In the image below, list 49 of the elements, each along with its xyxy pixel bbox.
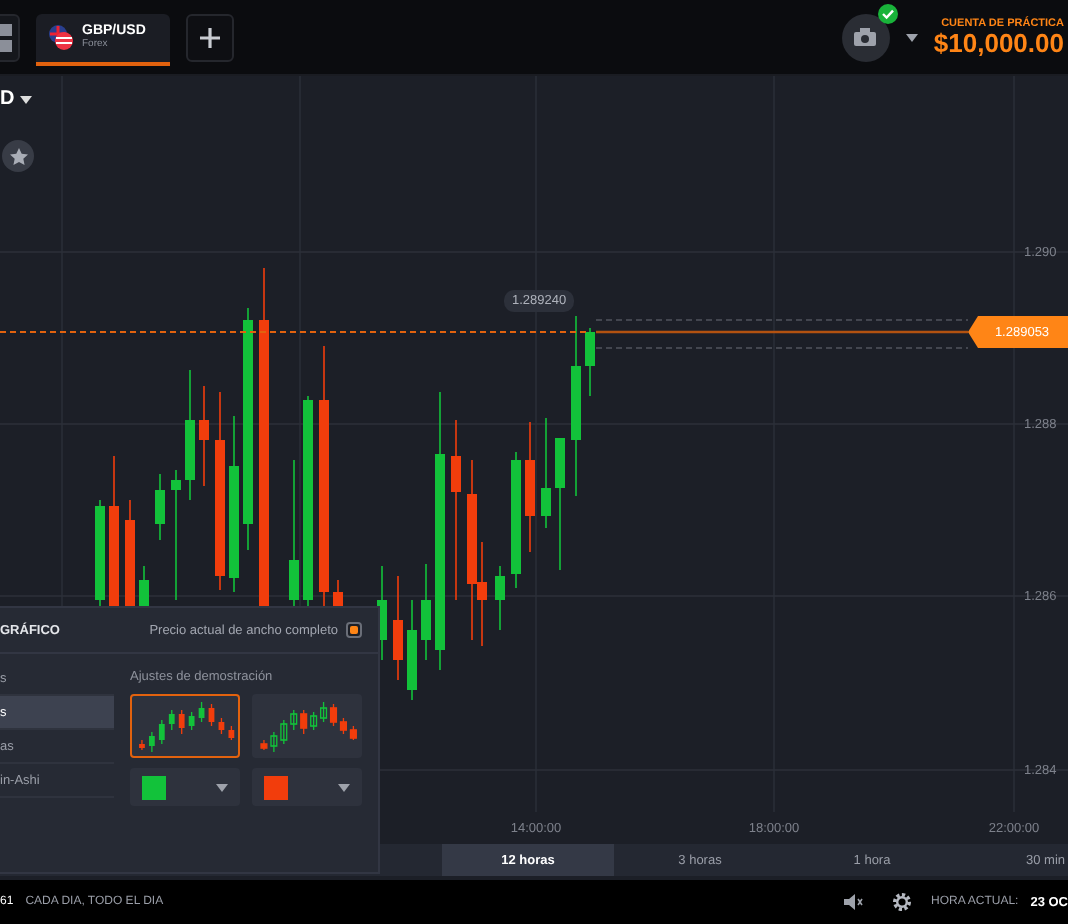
candle — [511, 451, 521, 589]
candle — [333, 579, 343, 607]
settings-icon[interactable] — [891, 892, 912, 912]
candle — [188, 711, 195, 731]
candle — [139, 739, 145, 751]
asset-label[interactable]: D — [0, 88, 15, 110]
avatar-button[interactable] — [841, 13, 890, 61]
style-preview[interactable] — [130, 694, 240, 758]
color-dropdown[interactable] — [130, 768, 240, 806]
candle — [208, 703, 215, 727]
candle — [525, 421, 535, 553]
candle — [585, 327, 595, 397]
camera-icon — [854, 28, 877, 46]
candle — [178, 709, 185, 735]
candle — [158, 719, 165, 745]
candle — [198, 701, 205, 723]
caret-icon[interactable] — [905, 33, 918, 41]
flag-icon — [48, 24, 74, 50]
candle — [218, 717, 225, 735]
candle — [171, 469, 181, 601]
style-preview[interactable] — [252, 694, 362, 758]
caret-icon — [216, 783, 228, 791]
candle — [407, 599, 417, 701]
candle — [421, 563, 431, 661]
speaker-icon[interactable] — [843, 894, 864, 910]
candle — [495, 565, 505, 631]
favorite-button[interactable] — [2, 140, 34, 172]
grid-icon — [0, 23, 12, 51]
candle — [228, 725, 235, 741]
plus-icon — [200, 27, 220, 47]
candle — [125, 499, 135, 607]
candle — [139, 565, 149, 607]
candle — [541, 417, 551, 529]
candle — [393, 575, 403, 681]
candle — [185, 369, 195, 501]
caret-icon[interactable] — [20, 95, 33, 103]
star-icon — [9, 147, 27, 165]
candle — [155, 473, 165, 541]
add-tab-button[interactable] — [186, 13, 234, 61]
color-dropdown[interactable] — [252, 768, 362, 806]
candle — [555, 437, 565, 571]
check-icon — [877, 3, 898, 23]
candle — [149, 731, 155, 753]
checkbox[interactable] — [346, 622, 362, 638]
caret-icon — [338, 783, 350, 791]
candle — [168, 709, 175, 731]
candle — [199, 385, 209, 487]
candle — [95, 499, 105, 607]
account-balance: $10,000.00 — [933, 30, 1064, 56]
